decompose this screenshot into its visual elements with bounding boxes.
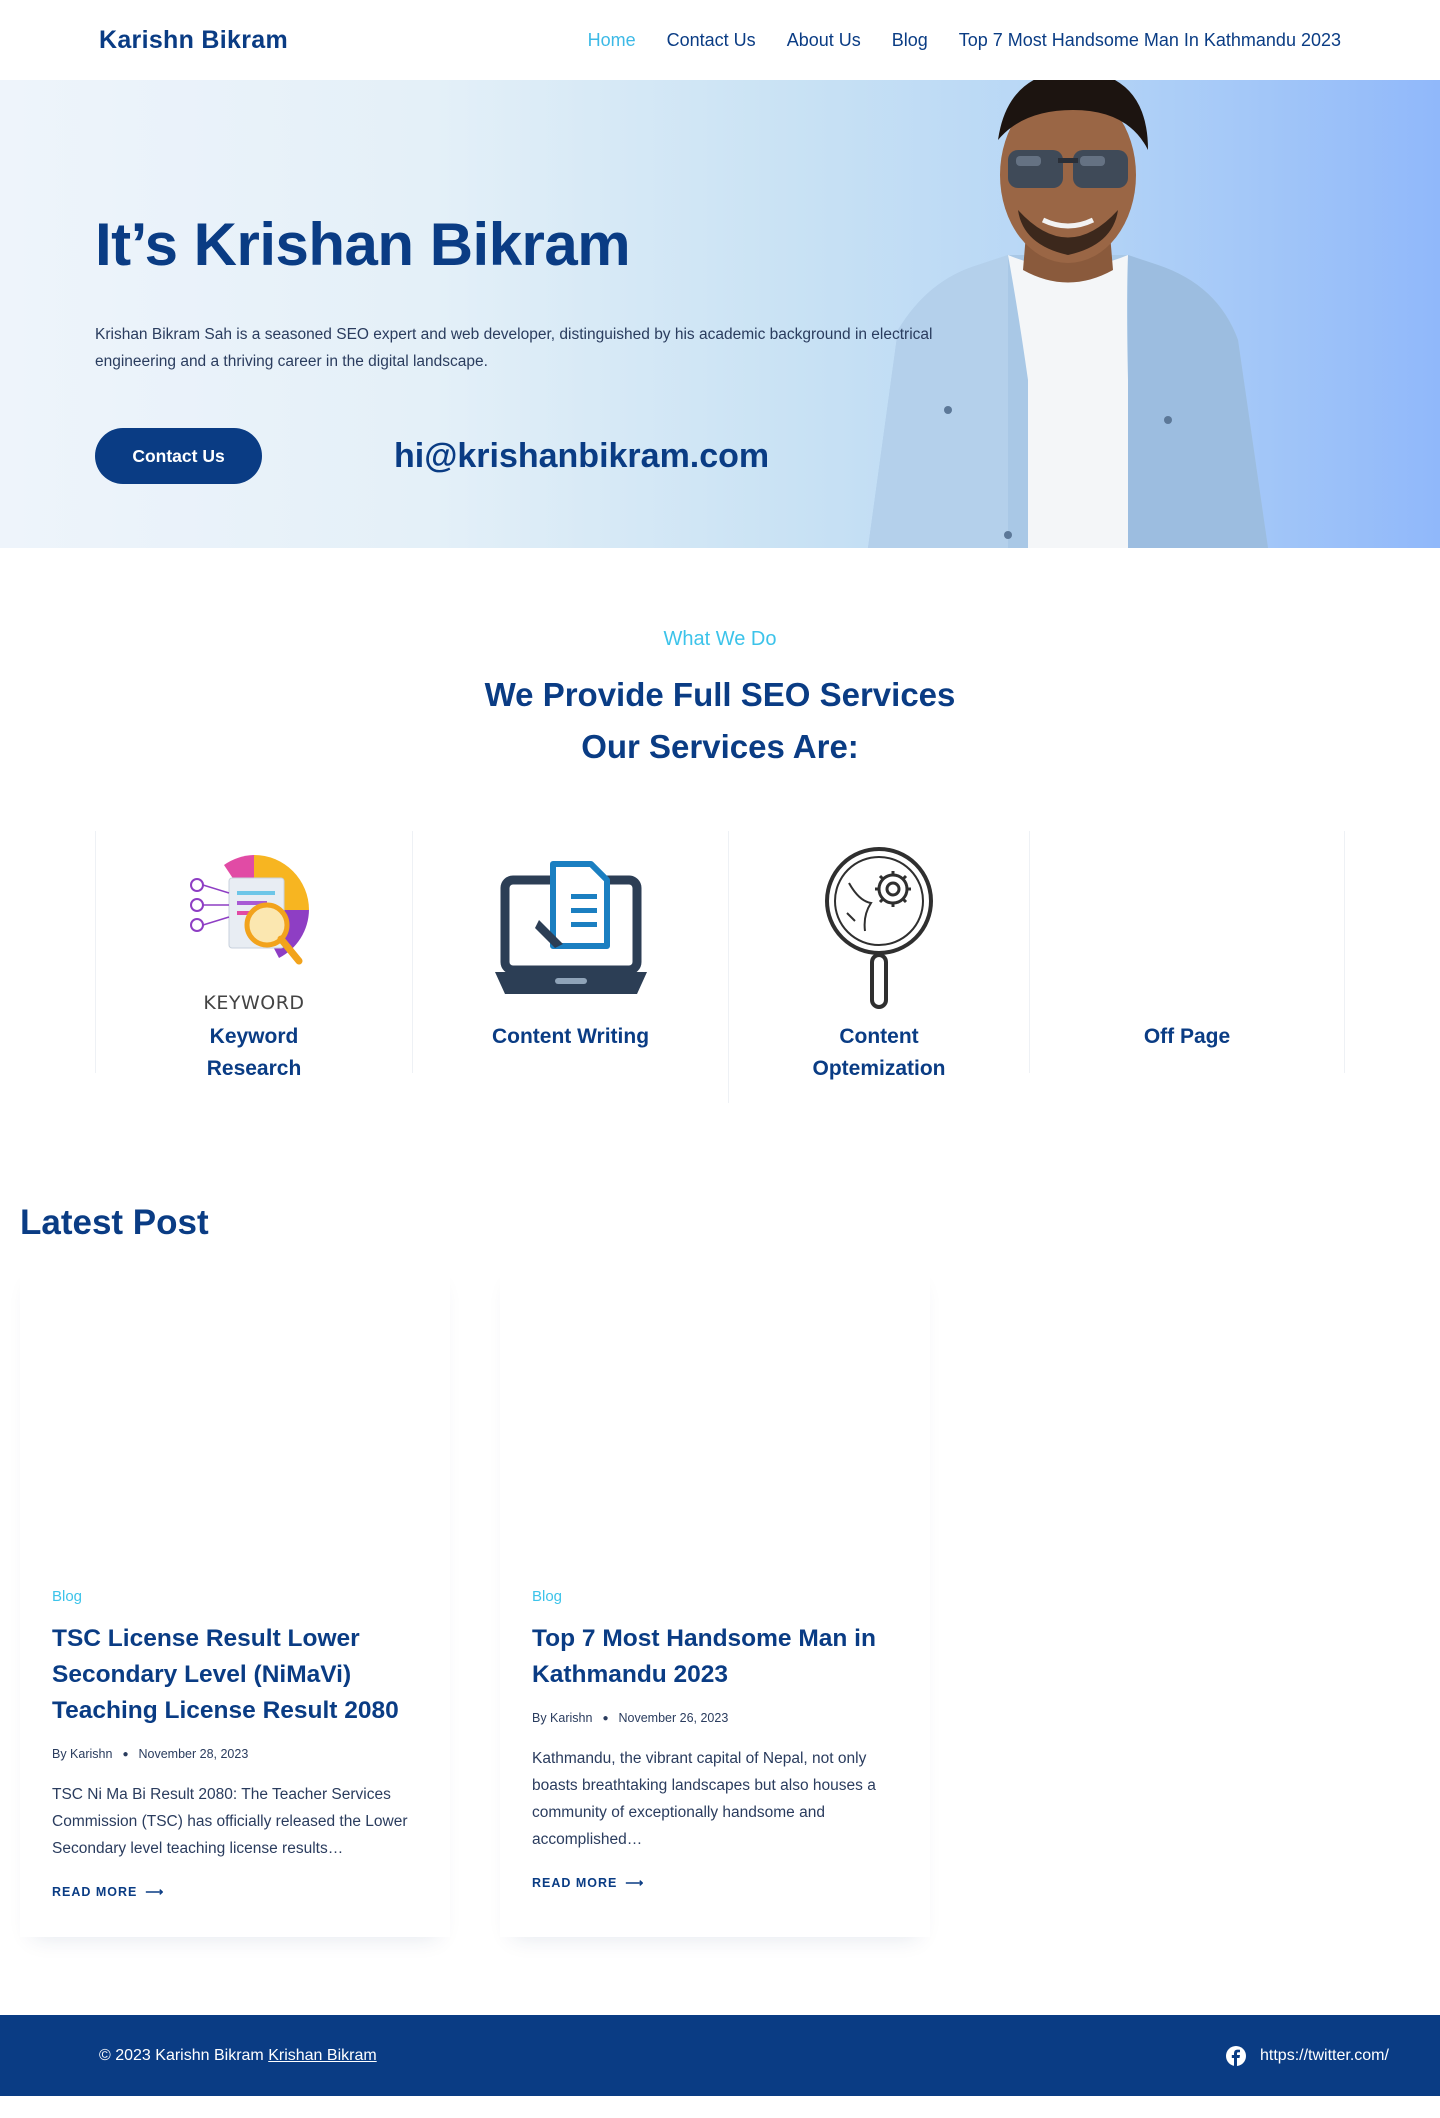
post-date: November 26, 2023 xyxy=(618,1711,729,1725)
post-thumbnail[interactable] xyxy=(20,1263,450,1588)
post-body: Blog TSC License Result Lower Secondary … xyxy=(20,1588,450,1937)
site-brand[interactable]: Karishn Bikram xyxy=(99,26,288,55)
footer-copyright: © 2023 Karishn Bikram Krishan Bikram xyxy=(99,2047,377,2065)
service-name[interactable]: Off Page xyxy=(1102,1021,1272,1053)
read-more-label: READ MORE xyxy=(52,1884,138,1899)
service-name[interactable]: Keyword Research xyxy=(169,1021,339,1085)
services-eyebrow: What We Do xyxy=(663,628,777,650)
hero-description: Krishan Bikram Sah is a seasoned SEO exp… xyxy=(95,326,933,370)
latest-title: Latest Post xyxy=(20,1203,209,1242)
hero-email[interactable]: hi@krishanbikram.com xyxy=(394,437,769,476)
service-card-off-page: Off Page xyxy=(1029,831,1345,1073)
hero-title: It’s Krishan Bikram xyxy=(95,211,631,278)
keyword-research-icon: KEYWORD xyxy=(174,843,334,1014)
services-section: What We Do We Provide Full SEO Services … xyxy=(0,548,1440,1103)
main-nav: Home Contact Us About Us Blog Top 7 Most… xyxy=(588,30,1341,51)
nav-top-7-handsome[interactable]: Top 7 Most Handsome Man In Kathmandu 202… xyxy=(959,30,1341,51)
post-card: Blog TSC License Result Lower Secondary … xyxy=(20,1263,450,1937)
nav-home[interactable]: Home xyxy=(588,30,636,51)
service-name[interactable]: Content Writing xyxy=(486,1021,656,1053)
laptop-document-icon xyxy=(491,843,651,1013)
post-category[interactable]: Blog xyxy=(532,1588,898,1605)
service-grid: KEYWORD Keyword Research Content Writing xyxy=(95,831,1345,1103)
search-gear-icon xyxy=(799,843,959,1013)
service-card-content-writing: Content Writing xyxy=(412,831,728,1073)
service-card-content-optimization: Content Optemization xyxy=(728,831,1029,1103)
keyword-caption: KEYWORD xyxy=(203,992,305,1014)
read-more-link[interactable]: READ MORE ⟶ xyxy=(52,1884,418,1900)
latest-posts-section: Latest Post Blog TSC License Result Lowe… xyxy=(0,1103,1440,2015)
social-link-text[interactable]: https://twitter.com/ xyxy=(1260,2047,1389,2065)
post-body: Blog Top 7 Most Handsome Man in Kathmand… xyxy=(500,1588,930,1928)
site-header: Karishn Bikram Home Contact Us About Us … xyxy=(0,0,1440,80)
services-title-line2: Our Services Are: xyxy=(581,728,859,765)
services-title: We Provide Full SEO Services Our Service… xyxy=(0,669,1440,773)
copyright-text: © 2023 Karishn Bikram xyxy=(99,2046,264,2064)
post-title[interactable]: Top 7 Most Handsome Man in Kathmandu 202… xyxy=(532,1621,898,1693)
site-footer: © 2023 Karishn Bikram Krishan Bikram htt… xyxy=(0,2015,1440,2096)
service-name[interactable]: Content Optemization xyxy=(794,1021,964,1085)
footer-link[interactable]: Krishan Bikram xyxy=(268,2047,376,2064)
contact-us-button[interactable]: Contact Us xyxy=(95,428,262,484)
meta-separator: ● xyxy=(122,1748,129,1760)
post-excerpt: Kathmandu, the vibrant capital of Nepal,… xyxy=(532,1750,876,1848)
post-thumbnail[interactable] xyxy=(500,1263,930,1588)
hero-actions: Contact Us hi@krishanbikram.com xyxy=(95,428,995,484)
footer-social: https://twitter.com/ xyxy=(1226,2015,1389,2096)
hero-content: It’s Krishan Bikram Krishan Bikram Sah i… xyxy=(95,210,995,484)
post-list: Blog TSC License Result Lower Secondary … xyxy=(20,1263,1420,2015)
meta-separator: ● xyxy=(602,1712,609,1724)
services-title-line1: We Provide Full SEO Services xyxy=(484,676,956,713)
nav-contact-us[interactable]: Contact Us xyxy=(667,30,756,51)
post-category[interactable]: Blog xyxy=(52,1588,418,1605)
facebook-icon[interactable] xyxy=(1226,2045,1246,2066)
post-meta: By Karishn ● November 28, 2023 xyxy=(52,1747,418,1761)
read-more-link[interactable]: READ MORE ⟶ xyxy=(532,1875,898,1891)
service-card-keyword-research: KEYWORD Keyword Research xyxy=(95,831,412,1080)
post-author[interactable]: By Karishn xyxy=(532,1711,592,1725)
post-author[interactable]: By Karishn xyxy=(52,1747,112,1761)
post-card: Blog Top 7 Most Handsome Man in Kathmand… xyxy=(500,1263,930,1937)
post-excerpt: TSC Ni Ma Bi Result 2080: The Teacher Se… xyxy=(52,1786,408,1857)
arrow-right-icon: ⟶ xyxy=(625,1876,645,1890)
arrow-right-icon: ⟶ xyxy=(145,1885,165,1899)
off-page-icon-placeholder xyxy=(1107,843,1267,1013)
post-title[interactable]: TSC License Result Lower Secondary Level… xyxy=(52,1621,418,1729)
post-meta: By Karishn ● November 26, 2023 xyxy=(532,1711,898,1725)
nav-about-us[interactable]: About Us xyxy=(787,30,861,51)
hero-section: It’s Krishan Bikram Krishan Bikram Sah i… xyxy=(0,80,1440,548)
nav-blog[interactable]: Blog xyxy=(892,30,928,51)
read-more-label: READ MORE xyxy=(532,1875,618,1890)
post-date: November 28, 2023 xyxy=(138,1747,249,1761)
